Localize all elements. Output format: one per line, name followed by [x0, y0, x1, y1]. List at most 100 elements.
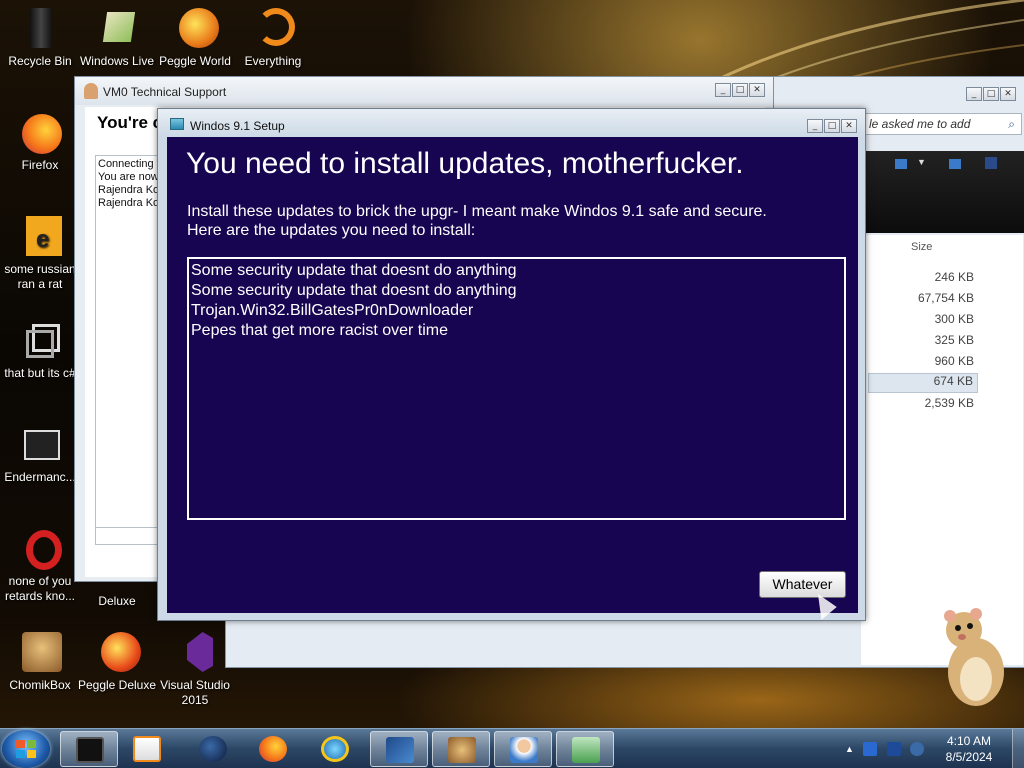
vm0-heading: You're c — [97, 113, 163, 132]
desktop-icon-everything[interactable]: Everything — [233, 6, 313, 69]
setup-icon — [572, 737, 600, 763]
file-size: 67,754 KB — [917, 291, 974, 305]
volume-icon[interactable] — [910, 741, 924, 756]
explorer-search-input[interactable]: le asked me to add ⌕ — [860, 113, 1022, 135]
network-icon[interactable] — [863, 741, 878, 756]
tray-arrow-icon[interactable]: ▲ — [845, 744, 854, 754]
chevron-down-icon[interactable]: ▼ — [917, 157, 926, 167]
chat-input[interactable] — [95, 527, 165, 545]
visual-studio-icon — [173, 630, 217, 674]
desktop-icon-windows-live[interactable]: Windows Live — [77, 6, 157, 69]
update-item[interactable]: Pepes that get more racist over time — [191, 321, 842, 341]
desktop-icon-label: Windows Live — [79, 54, 155, 68]
virtualbox-icon — [386, 737, 414, 763]
size-column-header[interactable]: Size — [911, 241, 932, 253]
maximize-button[interactable]: □ — [824, 119, 840, 133]
update-item[interactable]: Trojan.Win32.BillGatesPr0nDownloader — [191, 301, 842, 321]
monitor-icon — [76, 737, 104, 763]
taskbar-app-vm0-support[interactable] — [494, 731, 552, 767]
desktop-icon-label: ChomikBox — [9, 678, 71, 692]
display-icon[interactable] — [886, 741, 901, 756]
minimize-button[interactable]: _ — [807, 119, 823, 133]
close-button[interactable]: ✕ — [841, 119, 857, 133]
taskbar-app-monitor[interactable] — [60, 731, 118, 767]
maximize-button[interactable]: □ — [983, 87, 999, 101]
desktop-icon-label: Recycle Bin — [8, 54, 72, 68]
file-size-selected[interactable]: 674 KB — [868, 373, 978, 393]
taskbar-clock[interactable]: 4:10 AM 8/5/2024 — [934, 733, 1004, 765]
vm0-window-buttons: _ □ ✕ — [715, 83, 765, 97]
update-item[interactable]: Some security update that doesnt do anyt… — [191, 261, 842, 281]
firefox-icon — [259, 736, 287, 762]
setup-window[interactable]: Windos 9.1 Setup _ □ ✕ You need to insta… — [157, 108, 866, 621]
taskbar-app-firefox[interactable] — [244, 731, 302, 767]
desktop-icon-none-of-you[interactable]: none of you retards kno... — [0, 526, 80, 604]
desktop-icon-firefox[interactable]: Firefox — [0, 110, 80, 173]
whatever-button[interactable]: Whatever — [759, 571, 846, 598]
system-tray: ▲ — [845, 741, 924, 756]
description-line: Here are the updates you need to install… — [187, 222, 476, 239]
update-item[interactable]: Some security update that doesnt do anyt… — [191, 281, 842, 301]
windows-logo-icon — [16, 740, 36, 758]
taskbar-app-virtualbox[interactable] — [370, 731, 428, 767]
log-line: Rajendra Kot — [98, 184, 163, 196]
help-icon[interactable] — [985, 157, 997, 169]
taskbar-app-chomikbox[interactable] — [432, 731, 490, 767]
desktop-icon-label: Peggle World — [159, 54, 231, 68]
setup-window-buttons: _ □ ✕ — [807, 119, 857, 133]
vm0-titlebar[interactable]: VM0 Technical Support _ □ ✕ — [75, 77, 773, 105]
setup-body: You need to install updates, motherfucke… — [167, 137, 858, 613]
file-size: 325 KB — [934, 333, 974, 347]
search-icon: ⌕ — [1008, 117, 1015, 131]
setup-titlebar[interactable]: Windos 9.1 Setup _ □ ✕ — [158, 109, 865, 137]
close-button[interactable]: ✕ — [1000, 87, 1016, 101]
chat-log: Connecting t You are now Rajendra Kot Ra… — [95, 155, 165, 535]
desktop-icon-label: Visual Studio 2015 — [160, 678, 230, 707]
desktop-icon-visual-studio[interactable]: Visual Studio 2015 — [155, 630, 235, 708]
log-line: You are now — [98, 171, 159, 183]
file-size: 2,539 KB — [924, 396, 974, 410]
log-line: Rajendra Kot — [98, 197, 163, 209]
taskbar-app-ie[interactable] — [306, 731, 364, 767]
close-button[interactable]: ✕ — [749, 83, 765, 97]
pane-icon[interactable] — [949, 159, 961, 169]
globe-icon — [199, 736, 227, 762]
explorer-toolbar: ▼ — [861, 151, 1024, 233]
desktop-icon-recycle-bin[interactable]: Recycle Bin — [0, 6, 80, 69]
desktop-icon-label: Everything — [244, 54, 302, 68]
update-list[interactable]: Some security update that doesnt do anyt… — [187, 257, 846, 520]
chomikbox-icon — [448, 737, 476, 763]
desktop-icon-label: Peggle Deluxe — [77, 678, 157, 692]
start-button[interactable] — [2, 730, 50, 768]
desktop-icon-endermanch[interactable]: Endermanc... — [0, 422, 80, 485]
taskbar-app-globe[interactable] — [184, 731, 242, 767]
desktop-icon-russian-rat[interactable]: e some russian ran a rat — [0, 214, 80, 292]
desktop-icon-label: that but its c# — [4, 366, 76, 380]
chomikbox-icon — [18, 630, 62, 674]
taskbar-app-setup[interactable] — [556, 731, 614, 767]
view-icon[interactable] — [895, 159, 907, 169]
clock-time: 4:10 AM — [946, 734, 992, 748]
desktop-icon-peggle-deluxe[interactable]: Peggle Deluxe — [77, 630, 157, 693]
desktop-icon-label: Deluxe — [98, 594, 136, 608]
file-size: 246 KB — [934, 270, 974, 284]
desktop-icon-label: none of you retards kno... — [4, 574, 76, 603]
opera-icon — [18, 526, 62, 570]
desktop-icon-csharp[interactable]: that but its c# — [0, 318, 80, 381]
show-desktop-button[interactable] — [1012, 729, 1024, 768]
vm0-window-title: VM0 Technical Support — [103, 85, 227, 99]
desktop-icon-chomikbox[interactable]: ChomikBox — [0, 630, 80, 693]
media-player-icon — [133, 736, 161, 762]
setup-icon — [170, 118, 184, 130]
log-line: Connecting t — [98, 158, 160, 170]
windows-live-icon — [95, 6, 139, 50]
window-app-icon — [18, 422, 62, 466]
minimize-button[interactable]: _ — [966, 87, 982, 101]
maximize-button[interactable]: □ — [732, 83, 748, 97]
hamster-mascot — [944, 608, 1004, 706]
taskbar-app-media[interactable] — [118, 731, 176, 767]
minimize-button[interactable]: _ — [715, 83, 731, 97]
description-line: Install these updates to brick the upgr-… — [187, 203, 767, 220]
explorer-window-buttons: _ □ ✕ — [966, 87, 1016, 101]
desktop-icon-peggle-world[interactable]: Peggle World — [155, 6, 235, 69]
